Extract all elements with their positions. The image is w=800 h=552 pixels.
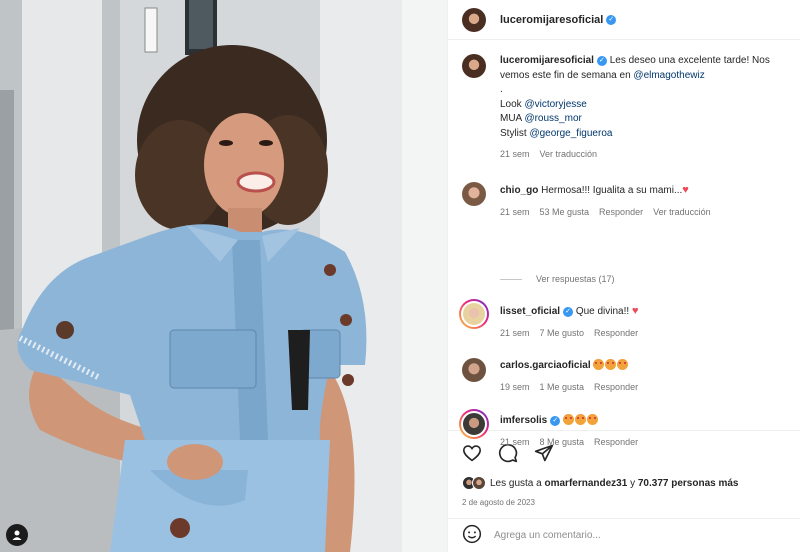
comment-meta: 21 sem 8 Me gusta Responder [500,435,638,450]
comment-body: chio_go Hermosa!!! Igualita a su mami...… [500,183,711,219]
caption-username[interactable]: luceromijaresoficial [500,55,594,66]
comment-translate-link[interactable]: Ver traducción [653,205,711,220]
caption-translate-link[interactable]: Ver traducción [540,147,598,162]
view-replies-label: Ver respuestas (17) [536,274,615,284]
caption-time[interactable]: 21 sem [500,147,530,162]
post-header: luceromijaresoficial ✓ [448,0,800,40]
add-comment-input[interactable] [494,530,754,541]
comment-body: carlos.garciaoficial 19 sem 1 Me gusta R… [500,359,638,394]
comments-list: luceromijaresoficial ✓ Les deseo una exce… [448,40,800,447]
caption-dot: . [500,84,503,95]
comment-likes[interactable]: 7 Me gusto [540,326,585,341]
comment-text: Hermosa!!! Igualita a su mami... [541,185,683,196]
comment-time[interactable]: 19 sem [500,380,530,395]
likes-prefix: Les gusta a [490,477,545,489]
star-struck-emoji-icon [605,359,617,370]
comment-item: lisset_oficial ✓ Que divina!! ♥ 21 sem 7 … [459,299,792,340]
comment-likes[interactable]: 1 Me gusta [540,380,585,395]
comment-item: imfersolis ✓ 21 sem 8 Me gusta Responder [459,409,792,449]
view-replies-button[interactable]: Ver respuestas (17) [500,274,615,284]
post-date[interactable]: 2 de agosto de 2023 [448,492,800,518]
comment-item: chio_go Hermosa!!! Igualita a su mami...… [462,182,792,219]
comment-item: carlos.garciaoficial 19 sem 1 Me gusta R… [462,358,792,394]
star-struck-emoji-icon [563,414,575,425]
caption-avatar[interactable] [462,54,486,78]
star-struck-emoji-icon [587,414,599,425]
commenter-avatar[interactable] [462,182,486,206]
reply-button[interactable]: Responder [594,380,638,395]
star-struck-emoji-icon [593,359,605,370]
likes-text: Les gusta a omarfernandez31 y 70.377 per… [490,478,738,489]
replies-divider [500,278,522,280]
author-username[interactable]: luceromijaresoficial [500,14,603,26]
stylist-mention[interactable]: @george_figueroa [529,128,612,139]
star-struck-emoji-icon [575,414,587,425]
stylist-label: Stylist [500,127,530,139]
commenter-avatar [461,411,487,437]
mua-mention[interactable]: @rouss_mor [524,113,581,124]
star-struck-emoji-icon [617,359,629,370]
post-photo[interactable] [0,0,447,552]
commenter-avatar [461,301,487,327]
verified-badge-icon: ✓ [596,56,607,66]
commenter-username[interactable]: carlos.garciaoficial [500,360,591,371]
commenter-username[interactable]: lisset_oficial [500,306,560,317]
comment-likes[interactable]: 53 Me gusta [540,205,590,220]
verified-badge-icon: ✓ [563,307,574,317]
reply-button[interactable]: Responder [594,435,638,450]
comment-time[interactable]: 21 sem [500,205,530,220]
commenter-username[interactable]: imfersolis [500,415,547,426]
reply-button[interactable]: Responder [594,326,638,341]
author-avatar[interactable] [462,7,486,32]
comment-body: imfersolis ✓ 21 sem 8 Me gusta Responder [500,414,638,449]
comment-likes[interactable]: 8 Me gusta [540,435,585,450]
post-modal: luceromijaresoficial ✓ luceromijaresofic… [0,0,800,552]
mua-label: MUA [500,113,525,124]
red-heart-icon: ♥ [631,305,639,317]
likes-count[interactable]: 70.377 personas más [638,478,739,489]
comment-meta: 21 sem 53 Me gusta Responder Ver traducc… [500,205,711,220]
photo-user-tag-icon[interactable] [6,524,28,546]
emoji-smile-icon[interactable] [462,524,482,547]
comment-time[interactable]: 21 sem [500,435,530,450]
comment-text: Que divina!! [575,306,630,317]
post-side-panel: luceromijaresoficial ✓ luceromijaresofic… [447,0,800,552]
look-label: Look [500,98,525,110]
liker-avatars [462,476,486,490]
story-ring[interactable] [459,409,489,439]
story-ring[interactable] [459,299,489,329]
liker-avatar[interactable] [472,476,486,490]
verified-badge-icon: ✓ [606,14,617,25]
caption-mention-venue[interactable]: @elmagothewiz [633,70,704,81]
comment-meta: 19 sem 1 Me gusta Responder [500,380,638,395]
red-heart-icon: ♥ [682,184,689,196]
look-mention[interactable]: @victoryjesse [524,99,586,110]
photo-illustration [0,0,447,552]
likes-user[interactable]: omarfernandez31 [544,478,627,489]
caption: luceromijaresoficial ✓ Les deseo una exce… [462,54,792,162]
commenter-avatar[interactable] [462,358,486,382]
comment-meta: 21 sem 7 Me gusto Responder [500,326,639,341]
reply-button[interactable]: Responder [599,205,643,220]
verified-badge-icon: ✓ [550,416,561,426]
add-comment-bar [448,518,800,552]
likes-summary: Les gusta a omarfernandez31 y 70.377 per… [448,474,800,492]
comment-time[interactable]: 21 sem [500,326,530,341]
likes-middle: y [627,477,638,489]
commenter-username[interactable]: chio_go [500,185,538,196]
caption-body: luceromijaresoficial ✓ Les deseo una exce… [500,54,792,162]
comment-body: lisset_oficial ✓ Que divina!! ♥ 21 sem 7 … [500,304,639,340]
caption-meta: 21 sem Ver traducción [500,147,792,162]
